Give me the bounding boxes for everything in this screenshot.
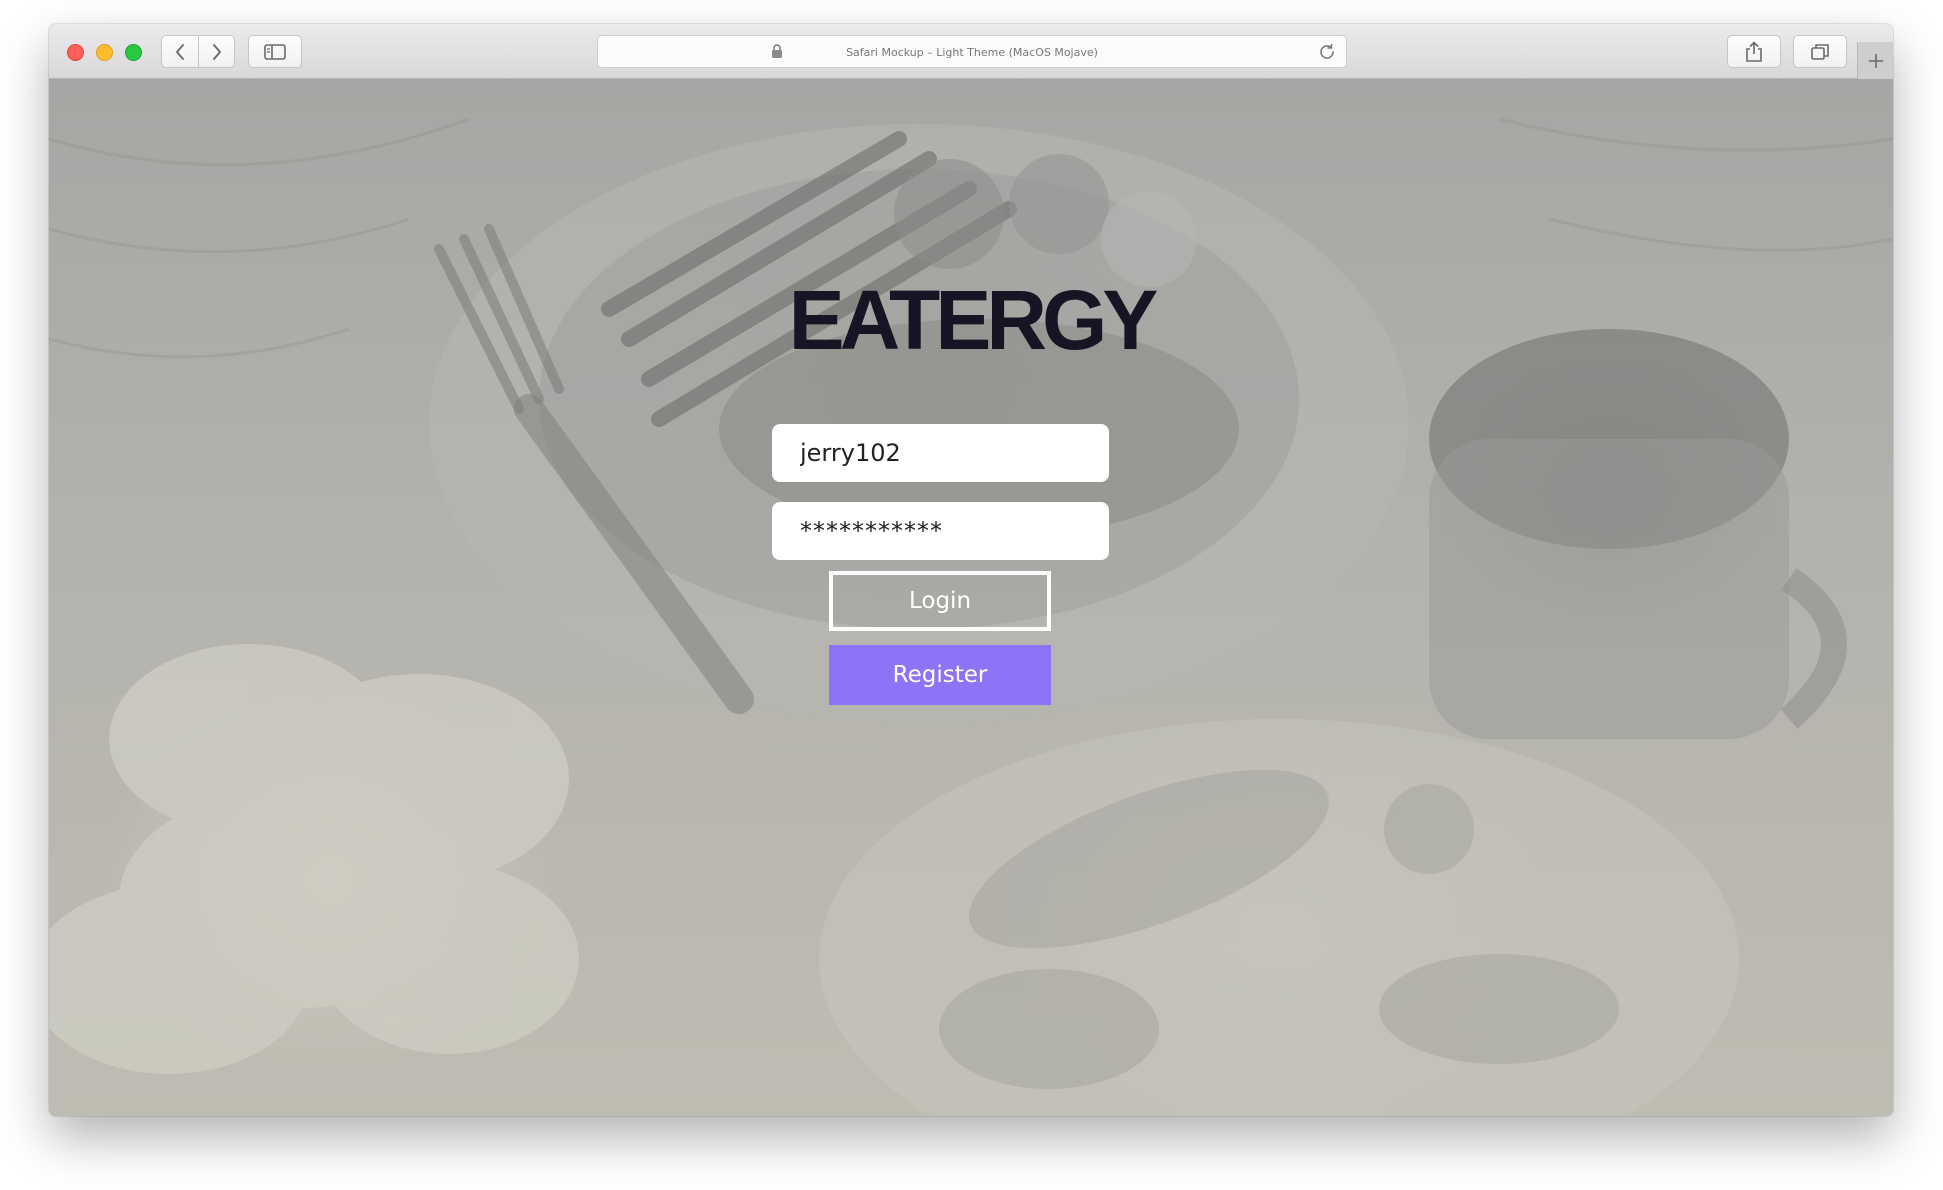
sidebar-button[interactable] (248, 35, 302, 68)
plus-icon (1868, 53, 1883, 68)
login-button[interactable]: Login (829, 571, 1051, 631)
sidebar-icon (264, 43, 286, 60)
zoom-button[interactable] (125, 44, 142, 61)
share-icon (1746, 40, 1762, 62)
reload-icon[interactable] (1318, 43, 1336, 61)
navigation-buttons (161, 35, 235, 68)
chevron-right-icon (212, 43, 221, 60)
back-button[interactable] (161, 35, 198, 68)
page-title: Safari Mockup – Light Theme (MacOS Mojav… (846, 46, 1098, 59)
browser-toolbar: Safari Mockup – Light Theme (MacOS Mojav… (49, 24, 1893, 79)
tabs-overview-button[interactable] (1793, 35, 1847, 68)
address-bar[interactable]: Safari Mockup – Light Theme (MacOS Mojav… (597, 35, 1347, 68)
password-input[interactable] (772, 502, 1109, 560)
forward-button[interactable] (198, 35, 235, 68)
register-button[interactable]: Register (829, 645, 1051, 705)
close-button[interactable] (67, 44, 84, 61)
browser-window: Safari Mockup – Light Theme (MacOS Mojav… (49, 24, 1893, 1116)
page-content: EATERGY Login Register (49, 79, 1893, 1116)
new-tab-button[interactable] (1857, 42, 1893, 79)
brand-logo: EATERGY (788, 273, 1159, 367)
username-input[interactable] (772, 424, 1109, 482)
minimize-button[interactable] (96, 44, 113, 61)
chevron-left-icon (176, 43, 184, 60)
tabs-overview-icon (1811, 43, 1829, 60)
share-button[interactable] (1727, 35, 1781, 68)
